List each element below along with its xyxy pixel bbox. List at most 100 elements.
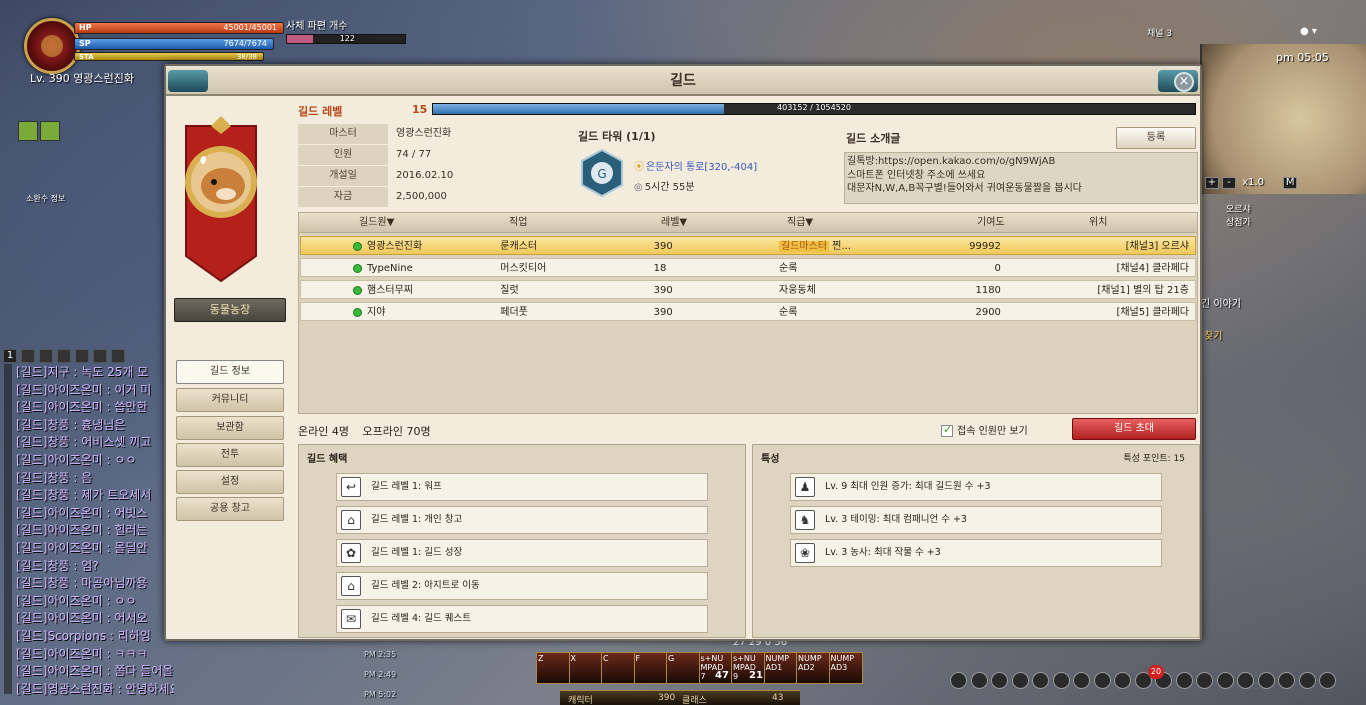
guild-nav-tab[interactable]: 설정 (176, 470, 284, 494)
guild-info-row: 마스터 영광스런진화 (298, 124, 482, 144)
chat-line: [길드]지구 : 녹도 25개 모 (16, 365, 149, 379)
character-portrait[interactable] (24, 18, 80, 74)
system-menu-icon[interactable] (1052, 672, 1070, 689)
guild-emblem (176, 116, 266, 283)
online-only-toggle[interactable]: 접속 인원만 보기 (941, 422, 1028, 437)
guild-banner-icon (185, 116, 257, 283)
summon-info-label[interactable]: 소환수 정보 (26, 193, 65, 204)
guild-nav-tab[interactable]: 공용 창고 (176, 497, 284, 521)
minimap-toggle-icons[interactable]: ● ▾ (1300, 26, 1317, 37)
guild-tower-location[interactable]: 은둔자의 통로[320,-404] (634, 158, 757, 173)
member-location: [채널1] 별의 탑 21층 (1097, 285, 1189, 296)
system-menu-icon[interactable] (1073, 672, 1090, 689)
system-menu-icon[interactable] (1319, 672, 1336, 689)
system-menu-icon[interactable] (1237, 672, 1254, 689)
skill-slot[interactable]: X (568, 652, 603, 684)
online-status-icon (353, 264, 362, 273)
minimap[interactable] (1200, 44, 1366, 194)
chat-speaker-icon[interactable] (39, 349, 53, 363)
system-menu-icon[interactable] (950, 672, 967, 689)
chat-line: [길드]창풍 : 제가 트오세서 (16, 488, 152, 503)
chat-whisper-icon[interactable] (93, 349, 107, 363)
skill-slot[interactable]: F (633, 652, 668, 684)
system-menu-icon[interactable] (970, 672, 988, 689)
chat-tab-1[interactable]: 1 (3, 349, 17, 363)
zoom-out-button[interactable]: - (1222, 177, 1236, 189)
chat-system-icon[interactable] (111, 349, 125, 363)
member-name-cell: 지야 (301, 303, 500, 320)
member-rank-cell: 순록 (779, 259, 916, 276)
skill-slot[interactable]: G (666, 652, 700, 684)
system-menu-icon[interactable] (1175, 672, 1193, 689)
story-quest-hint[interactable]: 긴 이야기 (1201, 295, 1241, 310)
benefit-icon: ↩ (341, 477, 361, 497)
col-rank[interactable]: 직급▼ (779, 213, 917, 232)
guild-info-value: 2016.02.10 (396, 170, 454, 181)
chat-guild-icon[interactable] (75, 349, 89, 363)
system-menu-icon[interactable] (1216, 672, 1234, 689)
window-title[interactable]: 길드 (166, 66, 1200, 96)
member-rank-cell: 길드마스터 찐... (779, 237, 916, 254)
guild-invite-button[interactable]: 길드 초대 (1072, 418, 1196, 440)
timestamp: PM 2:35 (364, 650, 397, 659)
guild-nav-tab[interactable]: 전투 (176, 443, 284, 467)
traits-title: 특성 (761, 454, 780, 465)
system-menu-icon[interactable] (1114, 672, 1131, 689)
chat-scrollbar[interactable] (4, 364, 12, 694)
chat-emote-icon[interactable] (21, 349, 35, 363)
system-menu-icon[interactable] (1093, 672, 1111, 689)
online-only-checkbox[interactable] (941, 423, 953, 437)
system-menu-icon[interactable] (1032, 672, 1049, 689)
skill-slot[interactable]: C (601, 652, 635, 684)
trait-label: Lv. 3 농사: 최대 작물 수 +3 (825, 547, 941, 558)
guild-benefit-item[interactable]: ✿ 길드 레벨 1: 길드 성장 (336, 539, 708, 567)
zoom-in-button[interactable]: + (1205, 177, 1219, 189)
system-menu-icon[interactable] (1298, 672, 1316, 689)
guild-tower-icon[interactable]: G (580, 148, 624, 198)
benefit-label: 길드 레벨 1: 개인 창고 (371, 514, 463, 525)
chat-line: [길드]창풍 : 엄? (16, 558, 99, 573)
buff-icon[interactable] (40, 121, 60, 141)
col-member[interactable]: 길드원▼ (299, 213, 499, 232)
guild-benefit-item[interactable]: ↩ 길드 레벨 1: 워프 (336, 473, 708, 501)
map-button[interactable]: M (1283, 177, 1298, 189)
guild-benefit-item[interactable]: ⌂ 길드 레벨 1: 개인 창고 (336, 506, 708, 534)
system-menu-icon[interactable] (1011, 672, 1029, 689)
quest-find-hint[interactable]: 찾기 (1204, 327, 1222, 342)
guild-benefit-item[interactable]: ⌂ 길드 레벨 2: 아지트로 이동 (336, 572, 708, 600)
member-row[interactable]: 햄스터무찌 질럿 390 자웅동체 1180 [채널1] 별의 탑 21층 (300, 280, 1196, 299)
guild-trait-item[interactable]: ♞ Lv. 3 테이밍: 최대 컴패니언 수 +3 (790, 506, 1162, 534)
member-row[interactable]: 지야 페더풋 390 순록 2900 [채널5] 클라페다 (300, 302, 1196, 321)
chat-party-icon[interactable] (57, 349, 71, 363)
online-summary: 온라인 4명 오프라인 70명 (298, 423, 441, 439)
stamina-bar: STA 38/38 (74, 52, 264, 61)
chat-line: [길드]Scorpions : 리하잉 (16, 628, 151, 643)
skill-slot[interactable]: Z (536, 652, 570, 684)
guild-nav-tab[interactable]: 커뮤니티 (176, 388, 284, 412)
online-only-label: 접속 인원만 보기 (957, 426, 1028, 437)
member-row[interactable]: TypeNine 머스킷티어 18 순록 0 [채널4] 클라페다 (300, 258, 1196, 277)
col-level[interactable]: 레벨▼ (639, 213, 779, 232)
online-count: 온라인 4명 (298, 425, 349, 438)
guild-trait-item[interactable]: ❀ Lv. 3 농사: 최대 작물 수 +3 (790, 539, 1162, 567)
chat-line: [길드]아이즈온미 : 힐러는 (16, 523, 148, 538)
guild-trait-item[interactable]: ♟ Lv. 9 최대 인원 증가: 최대 길드원 수 +3 (790, 473, 1162, 501)
system-menu-icon[interactable] (1257, 672, 1275, 689)
close-button[interactable]: × (1174, 72, 1194, 92)
character-level: 390 (658, 693, 676, 703)
guild-nav-tab[interactable]: 보관함 (176, 416, 284, 440)
minimap-zoom-controls: + - x1.0 M (1205, 177, 1300, 189)
system-menu-icon[interactable] (1196, 672, 1213, 689)
guild-benefit-item[interactable]: ✉ 길드 레벨 4: 길드 퀘스트 (336, 605, 708, 633)
system-menu-icon[interactable] (1278, 672, 1295, 689)
buff-icon[interactable] (18, 121, 38, 141)
guild-nav-tab[interactable]: 길드 정보 (176, 360, 284, 384)
chat-log[interactable]: [길드]지구 : 녹도 25개 모 [길드]아이즈온미 : 이거 미 [길드]아이즈… (4, 364, 174, 696)
register-button[interactable]: 등록 (1116, 127, 1196, 149)
location-sub: 상점가 (1226, 218, 1251, 228)
system-menu-icon[interactable] (991, 672, 1008, 689)
member-row[interactable]: 영광스런진화 룬캐스터 390 길드마스터 찐... 99992 [채널3] 오르샤 (300, 236, 1196, 255)
member-rank: 순록 (779, 307, 798, 318)
channel-indicator[interactable]: 채널 3 (1147, 26, 1172, 39)
hp-bar: HP 45001/45001 (74, 22, 284, 34)
